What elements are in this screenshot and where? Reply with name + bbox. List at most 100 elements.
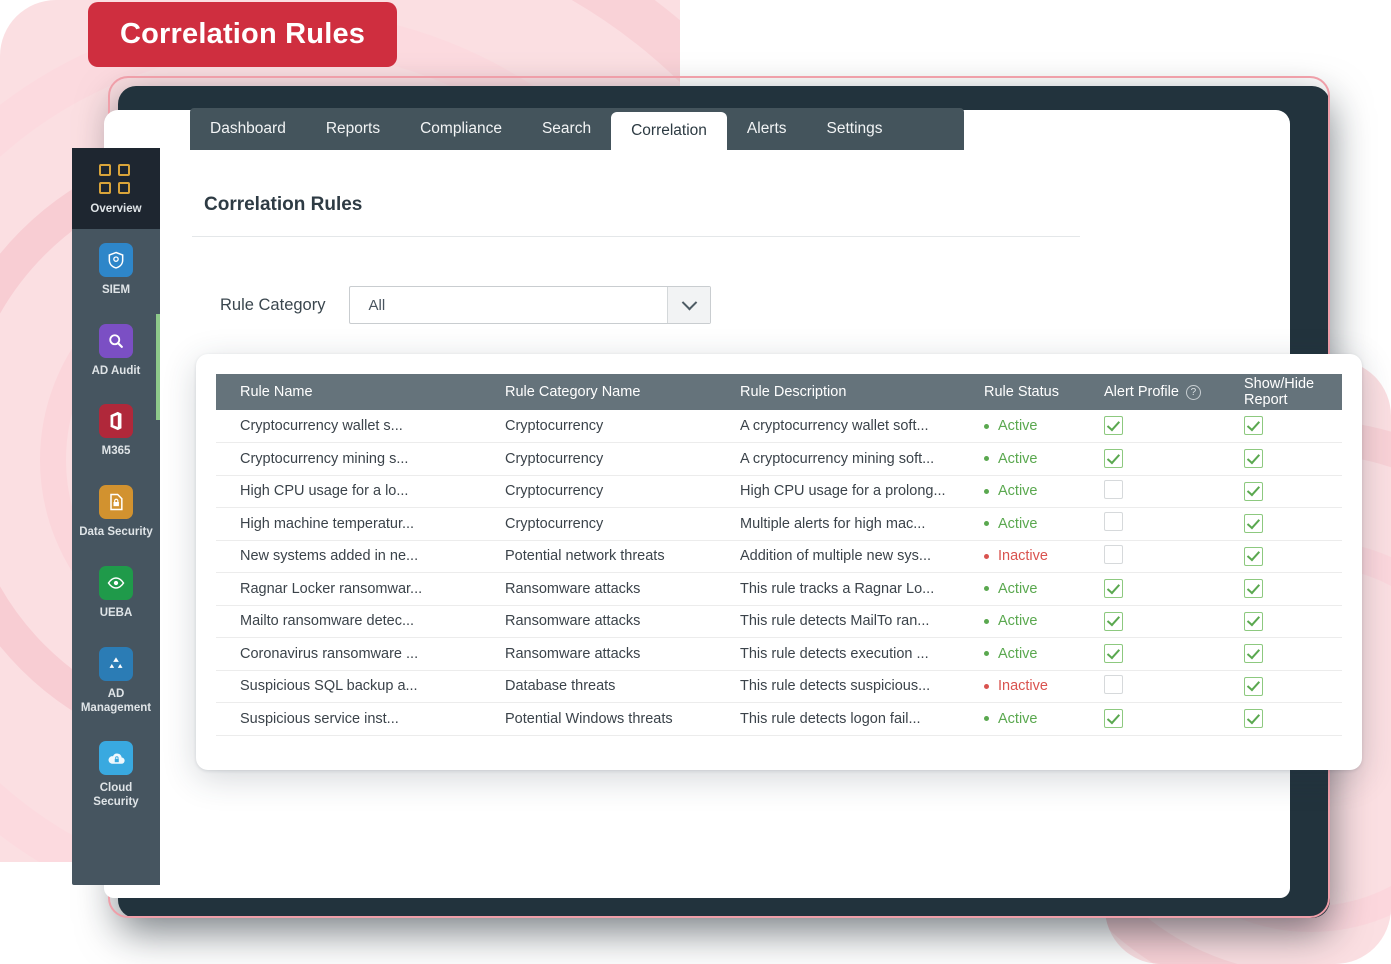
alert-profile-checkbox[interactable] (1104, 416, 1123, 436)
cell-rule-description: This rule detects suspicious... (716, 670, 984, 703)
show-hide-report-checkbox[interactable] (1244, 449, 1263, 468)
sidebar-item-ueba[interactable]: UEBA (72, 552, 160, 633)
alert-profile-checkbox[interactable] (1104, 544, 1123, 564)
status-dot-icon (984, 423, 989, 429)
table-row[interactable]: Cryptocurrency wallet s... Cryptocurrency… (216, 410, 1342, 443)
status-badge: Active (998, 710, 1038, 727)
cell-rule-category: Ransomware attacks (481, 572, 716, 606)
cell-rule-name: High machine temperatur... (216, 507, 481, 541)
cell-alert-profile (1104, 475, 1244, 508)
cell-rule-status: Active (984, 507, 1104, 541)
table-row[interactable]: High CPU usage for a lo... Cryptocurrency… (216, 475, 1342, 508)
sidebar-item-label: Overview (90, 203, 142, 215)
chevron-down-icon[interactable] (667, 287, 711, 323)
sidebar-item-label: AD Audit (91, 364, 141, 377)
cell-rule-category: Ransomware attacks (481, 605, 716, 638)
help-icon[interactable]: ? (1185, 384, 1201, 400)
sidebar-item-overview[interactable]: Overview (72, 148, 160, 229)
office-icon (99, 404, 133, 439)
rule-category-select[interactable]: All (349, 286, 712, 324)
sidebar-item-label: Cloud Security (93, 782, 139, 809)
cell-alert-profile (1104, 637, 1244, 671)
status-badge: Active (998, 645, 1038, 662)
cell-rule-status: Active (984, 410, 1104, 443)
table-row[interactable]: Suspicious SQL backup a... Database threa… (216, 670, 1342, 703)
alert-profile-checkbox[interactable] (1104, 579, 1123, 598)
cell-rule-status: Active (984, 572, 1104, 606)
alert-profile-checkbox[interactable] (1104, 709, 1123, 728)
status-dot-icon (984, 651, 989, 657)
show-hide-report-checkbox[interactable] (1244, 676, 1263, 696)
status-badge: Active (998, 450, 1038, 467)
tab-settings[interactable]: Settings (807, 108, 903, 150)
tab-correlation[interactable]: Correlation (611, 112, 727, 150)
title-divider (192, 236, 1080, 237)
cell-alert-profile (1104, 572, 1244, 606)
column-header-rule-name[interactable]: Rule Name (216, 374, 481, 410)
cell-rule-name: Cryptocurrency mining s... (216, 442, 481, 476)
cell-show-hide-report (1244, 702, 1342, 736)
show-hide-report-checkbox[interactable] (1244, 709, 1263, 728)
table-row[interactable]: Coronavirus ransomware ... Ransomware att… (216, 637, 1342, 671)
alert-profile-checkbox[interactable] (1104, 449, 1123, 468)
cell-show-hide-report (1244, 637, 1342, 671)
table-row[interactable]: Cryptocurrency mining s... Cryptocurrency… (216, 442, 1342, 476)
table-row[interactable]: Mailto ransomware detec... Ransomware att… (216, 605, 1342, 638)
cell-rule-status: Active (984, 442, 1104, 476)
show-hide-report-checkbox[interactable] (1244, 546, 1263, 566)
alert-profile-checkbox[interactable] (1104, 479, 1123, 499)
cell-alert-profile (1104, 410, 1244, 443)
sidebar-item-ad-audit[interactable]: AD Audit (72, 310, 160, 391)
table-row[interactable]: Suspicious service inst... Potential Wind… (216, 702, 1342, 736)
sidebar-item-m365[interactable]: M365 (72, 390, 160, 471)
eye-scan-icon (99, 565, 133, 600)
sidebar-item-label: SIEM (101, 283, 131, 296)
sidebar-item-label: Data Security (79, 526, 153, 539)
column-header-rule-status[interactable]: Rule Status (984, 374, 1104, 410)
show-hide-report-checkbox[interactable] (1244, 481, 1263, 501)
sidebar-item-data-security[interactable]: Data Security (72, 471, 160, 552)
show-hide-report-checkbox[interactable] (1244, 514, 1263, 533)
status-dot-icon (984, 456, 989, 462)
alert-profile-checkbox[interactable] (1104, 644, 1123, 663)
column-header-show-hide-report[interactable]: Show/Hide Report (1244, 374, 1342, 410)
sidebar-item-siem[interactable]: SIEM (72, 229, 160, 310)
cell-show-hide-report (1244, 540, 1342, 573)
show-hide-report-checkbox[interactable] (1244, 644, 1263, 663)
alert-profile-checkbox[interactable] (1104, 674, 1123, 694)
table-row[interactable]: Ragnar Locker ransomwar... Ransomware att… (216, 572, 1342, 606)
cell-show-hide-report (1244, 605, 1342, 638)
tab-search[interactable]: Search (522, 108, 611, 150)
status-badge: Active (998, 580, 1038, 597)
cell-rule-status: Inactive (984, 670, 1104, 703)
cell-rule-status: Active (984, 475, 1104, 508)
cell-rule-category: Potential Windows threats (481, 702, 716, 736)
cell-rule-name: High CPU usage for a lo... (216, 475, 481, 508)
table-row[interactable]: High machine temperatur... Cryptocurrency… (216, 507, 1342, 541)
status-dot-icon (984, 683, 989, 689)
alert-profile-checkbox[interactable] (1104, 512, 1123, 532)
alert-profile-checkbox[interactable] (1104, 611, 1123, 631)
cell-alert-profile (1104, 670, 1244, 703)
tab-alerts[interactable]: Alerts (727, 108, 807, 150)
cell-rule-category: Potential network threats (481, 540, 716, 573)
cell-rule-description: High CPU usage for a prolong... (716, 475, 984, 508)
tab-reports[interactable]: Reports (306, 108, 400, 150)
table-row[interactable]: New systems added in ne... Potential netw… (216, 540, 1342, 573)
tab-compliance[interactable]: Compliance (400, 108, 522, 150)
column-header-alert-profile[interactable]: Alert Profile? (1104, 374, 1244, 410)
column-header-rule-description[interactable]: Rule Description (716, 374, 984, 410)
show-hide-report-checkbox[interactable] (1244, 416, 1263, 436)
show-hide-report-checkbox[interactable] (1244, 579, 1263, 598)
status-dot-icon (984, 521, 989, 527)
show-hide-report-checkbox[interactable] (1244, 611, 1263, 631)
sidebar-item-cloud-security[interactable]: Cloud Security (72, 727, 160, 822)
tab-dashboard[interactable]: Dashboard (190, 108, 306, 150)
cell-rule-category: Cryptocurrency (481, 475, 716, 508)
cell-rule-status: Active (984, 637, 1104, 671)
sidebar-item-ad-management[interactable]: AD Management (72, 633, 160, 728)
status-dot-icon (984, 553, 989, 559)
cell-rule-description: Multiple alerts for high mac... (716, 507, 984, 541)
column-header-rule-category[interactable]: Rule Category Name (481, 374, 716, 410)
product-sidebar: Overview SIEM AD Audit M365 Data Securit… (72, 148, 160, 885)
